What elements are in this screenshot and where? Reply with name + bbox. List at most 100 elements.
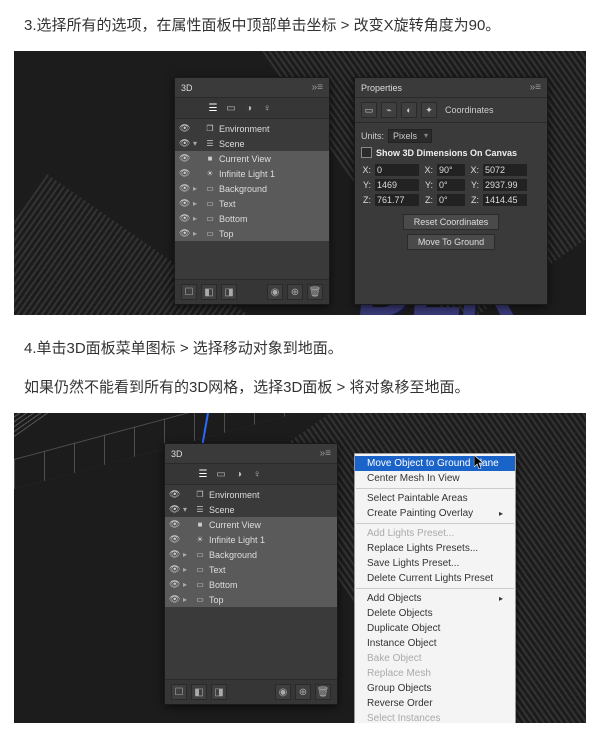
twisty-icon[interactable]: ▾ xyxy=(193,139,201,148)
menu-item[interactable]: Create Painting Overlay▸ xyxy=(355,506,515,521)
coord-z-scale[interactable]: 1414.45 xyxy=(483,194,527,206)
eye-icon[interactable]: 👁 xyxy=(179,183,189,194)
panel-3d-header[interactable]: 3D »≡ xyxy=(175,78,329,98)
twisty-icon[interactable]: ▸ xyxy=(183,595,191,604)
footer-icon-2[interactable]: ◧ xyxy=(201,284,217,300)
panel-menu-icon[interactable]: »≡ xyxy=(312,82,323,93)
tree-row-infinite-light[interactable]: 👁 ☀Infinite Light 1 xyxy=(165,532,337,547)
twisty-icon[interactable]: ▸ xyxy=(183,550,191,559)
twisty-icon[interactable]: ▸ xyxy=(183,580,191,589)
tree-row-current-view[interactable]: 👁 ■Current View xyxy=(165,517,337,532)
mode-deform-icon[interactable]: ⌁ xyxy=(381,102,397,118)
twisty-icon[interactable]: ▸ xyxy=(193,214,201,223)
coord-z-pos[interactable]: 761.77 xyxy=(375,194,419,206)
filter-material-icon[interactable]: ◑ xyxy=(243,102,255,114)
checkbox-icon[interactable] xyxy=(361,147,372,158)
footer-icon-1[interactable]: ☐ xyxy=(171,684,187,700)
filter-light-icon[interactable]: ♀ xyxy=(261,102,273,114)
footer-icon-3[interactable]: ◨ xyxy=(211,684,227,700)
eye-icon[interactable]: 👁 xyxy=(169,519,179,530)
twisty-icon[interactable]: ▸ xyxy=(193,184,201,193)
footer-icon-3[interactable]: ◨ xyxy=(221,284,237,300)
menu-item[interactable]: Instance Object xyxy=(355,636,515,651)
filter-mesh-icon[interactable]: ▭ xyxy=(215,468,227,480)
tree-row-environment[interactable]: 👁❐Environment xyxy=(175,121,329,136)
footer-icon-2[interactable]: ◧ xyxy=(191,684,207,700)
tree-row-current-view[interactable]: 👁 ■Current View xyxy=(175,151,329,166)
twisty-icon[interactable]: ▸ xyxy=(193,199,201,208)
menu-item[interactable]: Replace Lights Presets... xyxy=(355,541,515,556)
coord-y-rot[interactable]: 0° xyxy=(437,179,465,191)
mode-cap-icon[interactable]: ◐ xyxy=(401,102,417,118)
mode-coords-icon[interactable]: ✦ xyxy=(421,102,437,118)
eye-icon[interactable]: 👁 xyxy=(179,213,189,224)
eye-icon[interactable]: 👁 xyxy=(179,198,189,209)
menu-item[interactable]: Reverse Order xyxy=(355,696,515,711)
tree-row-infinite-light[interactable]: 👁 ☀Infinite Light 1 xyxy=(175,166,329,181)
units-dropdown[interactable]: Pixels xyxy=(388,129,432,143)
coord-y-pos[interactable]: 1469 xyxy=(375,179,419,191)
eye-icon[interactable]: 👁 xyxy=(169,504,179,515)
eye-icon[interactable]: 👁 xyxy=(179,168,189,179)
menu-item[interactable]: Select Paintable Areas xyxy=(355,491,515,506)
menu-item[interactable]: Group Objects xyxy=(355,681,515,696)
filter-all-icon[interactable]: ☰ xyxy=(197,468,209,480)
footer-icon-1[interactable]: ☐ xyxy=(181,284,197,300)
filter-mesh-icon[interactable]: ▭ xyxy=(225,102,237,114)
menu-item-label: Replace Lights Presets... xyxy=(367,543,478,554)
eye-icon[interactable]: 👁 xyxy=(169,564,179,575)
panel-properties-header[interactable]: Properties »≡ xyxy=(355,78,547,98)
menu-item[interactable]: Save Lights Preset... xyxy=(355,556,515,571)
tree-row-environment[interactable]: 👁❐Environment xyxy=(165,487,337,502)
menu-item[interactable]: Delete Current Lights Preset xyxy=(355,571,515,586)
trash-icon[interactable]: 🗑 xyxy=(315,684,331,700)
eye-icon[interactable]: 👁 xyxy=(169,549,179,560)
twisty-icon[interactable]: ▸ xyxy=(193,229,201,238)
render-icon[interactable]: ◉ xyxy=(275,684,291,700)
tree-row-background[interactable]: 👁▸▭Background xyxy=(175,181,329,196)
panel-3d-header[interactable]: 3D »≡ xyxy=(165,444,337,464)
coord-y-scale[interactable]: 2937.99 xyxy=(483,179,527,191)
render-icon[interactable]: ◉ xyxy=(267,284,283,300)
eye-icon[interactable]: 👁 xyxy=(169,579,179,590)
tree-row-top[interactable]: 👁▸▭Top xyxy=(165,592,337,607)
tree-row-bottom[interactable]: 👁▸▭Bottom xyxy=(165,577,337,592)
mode-mesh-icon[interactable]: ▭ xyxy=(361,102,377,118)
coord-x-rot[interactable]: 90° xyxy=(437,164,465,176)
show-dims-row[interactable]: Show 3D Dimensions On Canvas xyxy=(361,147,541,158)
new-icon[interactable]: ⊕ xyxy=(287,284,303,300)
trash-icon[interactable]: 🗑 xyxy=(307,284,323,300)
tree-row-background[interactable]: 👁▸▭Background xyxy=(165,547,337,562)
coord-x-scale[interactable]: 5072 xyxy=(483,164,527,176)
menu-item[interactable]: Duplicate Object xyxy=(355,621,515,636)
eye-icon[interactable]: 👁 xyxy=(179,123,189,134)
tree-row-scene[interactable]: 👁▾☰Scene xyxy=(165,502,337,517)
eye-icon[interactable]: 👁 xyxy=(179,153,189,164)
filter-all-icon[interactable]: ☰ xyxy=(207,102,219,114)
tree-row-scene[interactable]: 👁▾☰Scene xyxy=(175,136,329,151)
eye-icon[interactable]: 👁 xyxy=(179,138,189,149)
tree-row-top[interactable]: 👁▸▭Top xyxy=(175,226,329,241)
move-to-ground-button[interactable]: Move To Ground xyxy=(407,234,495,250)
eye-icon[interactable]: 👁 xyxy=(169,534,179,545)
twisty-icon[interactable]: ▸ xyxy=(183,565,191,574)
filter-material-icon[interactable]: ◑ xyxy=(233,468,245,480)
menu-item[interactable]: Move Object to Ground Plane xyxy=(355,456,515,471)
coord-x-pos[interactable]: 0 xyxy=(375,164,419,176)
new-icon[interactable]: ⊕ xyxy=(295,684,311,700)
eye-icon[interactable]: 👁 xyxy=(179,228,189,239)
menu-item[interactable]: Delete Objects xyxy=(355,606,515,621)
menu-item[interactable]: Center Mesh In View xyxy=(355,471,515,486)
coord-z-rot[interactable]: 0° xyxy=(437,194,465,206)
eye-icon[interactable]: 👁 xyxy=(169,489,179,500)
filter-light-icon[interactable]: ♀ xyxy=(251,468,263,480)
tree-row-bottom[interactable]: 👁▸▭Bottom xyxy=(175,211,329,226)
panel-menu-icon[interactable]: »≡ xyxy=(320,448,331,459)
eye-icon[interactable]: 👁 xyxy=(169,594,179,605)
tree-row-text[interactable]: 👁▸▭Text xyxy=(165,562,337,577)
panel-menu-icon[interactable]: »≡ xyxy=(530,82,541,93)
tree-row-text[interactable]: 👁▸▭Text xyxy=(175,196,329,211)
reset-coords-button[interactable]: Reset Coordinates xyxy=(403,214,500,230)
twisty-icon[interactable]: ▾ xyxy=(183,505,191,514)
menu-item[interactable]: Add Objects▸ xyxy=(355,591,515,606)
